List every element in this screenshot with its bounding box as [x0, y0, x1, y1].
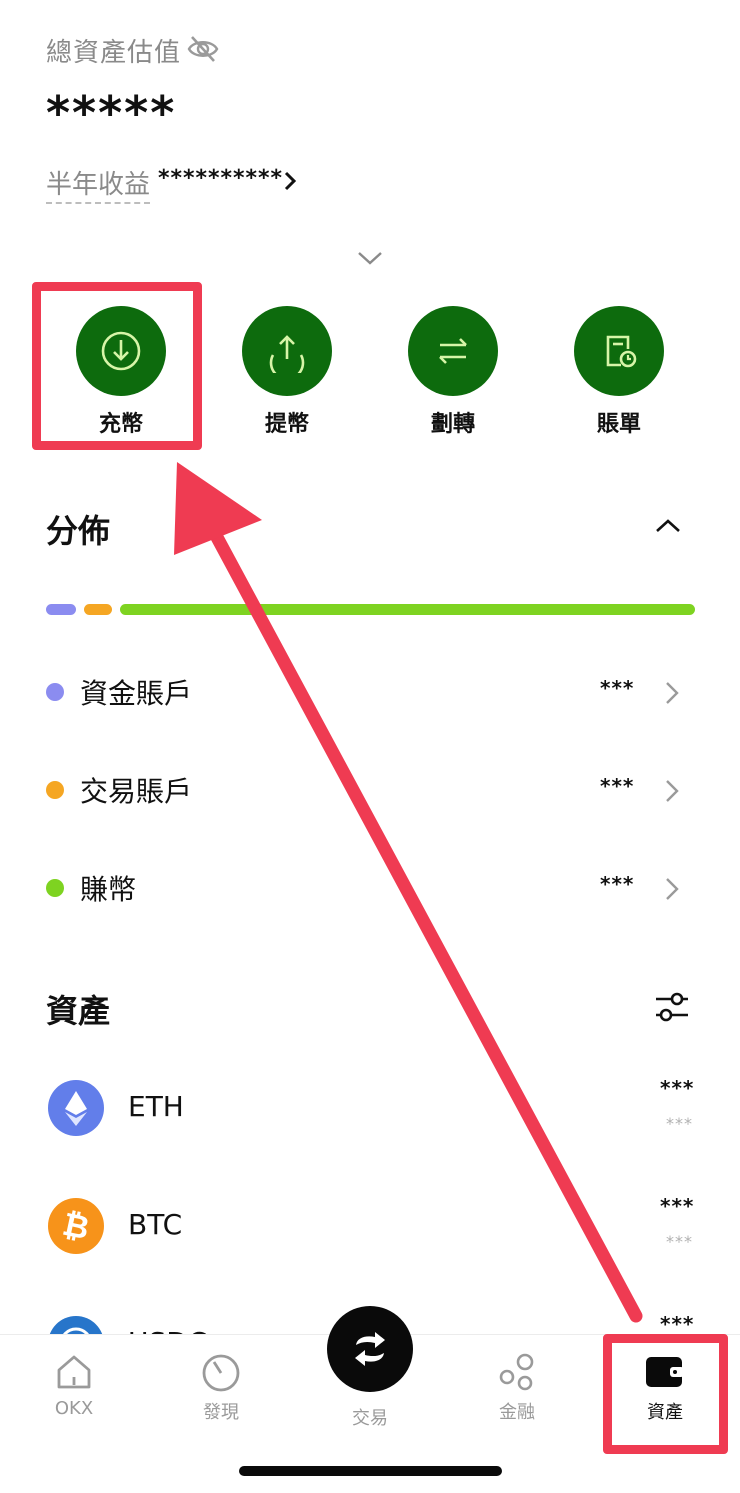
- chevron-right-icon[interactable]: [282, 169, 298, 193]
- funding-account-name: 資金賬戶: [80, 677, 193, 710]
- earn-account-value: ***: [600, 872, 635, 896]
- btc-icon: ₿: [48, 1198, 104, 1254]
- filter-sliders-icon[interactable]: [654, 990, 690, 1024]
- nav-discover[interactable]: 發現: [171, 1352, 271, 1424]
- chevron-right-icon[interactable]: [664, 876, 680, 902]
- eth-icon: [48, 1080, 104, 1136]
- btc-symbol: BTC: [128, 1208, 183, 1241]
- earn-account-name: 賺幣: [80, 873, 137, 906]
- eth-fiat-value: ***: [666, 1114, 693, 1133]
- funding-account-dot: [46, 683, 64, 701]
- bill-icon: [574, 306, 664, 396]
- chevron-down-icon[interactable]: [356, 248, 384, 268]
- discover-icon: [202, 1354, 240, 1392]
- distribution-segment-funding: [46, 604, 76, 615]
- deposit-highlight-box: [32, 282, 202, 450]
- chevron-up-icon[interactable]: [654, 516, 682, 536]
- chevron-right-icon[interactable]: [664, 778, 680, 804]
- assets-nav-highlight-box: [603, 1334, 728, 1454]
- home-icon: [57, 1355, 91, 1389]
- bill-button[interactable]: 賬單: [564, 306, 674, 438]
- withdraw-icon: [242, 306, 332, 396]
- total-assets-label: 總資產估值: [46, 38, 182, 68]
- distribution-segment-earn: [120, 604, 695, 615]
- btc-amount: ***: [660, 1194, 695, 1218]
- bill-label: 賬單: [596, 412, 641, 437]
- earn-account-dot: [46, 879, 64, 897]
- home-indicator: [239, 1466, 502, 1476]
- nav-discover-label: 發現: [203, 1402, 239, 1423]
- total-balance: *****: [46, 86, 177, 140]
- eth-symbol: ETH: [128, 1090, 184, 1123]
- usdc-amount: ***: [660, 1312, 695, 1336]
- withdraw-label: 提幣: [264, 412, 309, 437]
- trading-account-name: 交易賬戶: [80, 775, 193, 808]
- nav-finance-label: 金融: [499, 1402, 535, 1423]
- withdraw-button[interactable]: 提幣: [232, 306, 342, 438]
- pnl-label[interactable]: 半年收益: [46, 164, 151, 204]
- transfer-button[interactable]: 劃轉: [398, 306, 508, 438]
- annotation-arrow: [174, 462, 643, 1323]
- funding-account-value: ***: [600, 676, 635, 700]
- transfer-icon: [408, 306, 498, 396]
- nav-trade-label: 交易: [352, 1408, 388, 1429]
- eth-amount: ***: [660, 1076, 695, 1100]
- assets-title: 資產: [46, 992, 111, 1030]
- nav-okx-label: OKX: [54, 1398, 94, 1419]
- finance-icon: [499, 1353, 534, 1391]
- transfer-label: 劃轉: [430, 412, 475, 437]
- trading-account-dot: [46, 781, 64, 799]
- trading-account-value: ***: [600, 774, 635, 798]
- nav-finance[interactable]: 金融: [467, 1352, 567, 1424]
- nav-trade-button[interactable]: [327, 1306, 413, 1392]
- nav-okx[interactable]: OKX: [24, 1352, 124, 1419]
- pnl-value[interactable]: **********: [158, 166, 283, 191]
- distribution-title: 分佈: [46, 512, 111, 550]
- distribution-segment-trading: [84, 604, 112, 615]
- trade-swap-icon: [355, 1332, 385, 1366]
- eye-off-icon[interactable]: [186, 34, 220, 64]
- btc-fiat-value: ***: [666, 1232, 693, 1251]
- chevron-right-icon[interactable]: [664, 680, 680, 706]
